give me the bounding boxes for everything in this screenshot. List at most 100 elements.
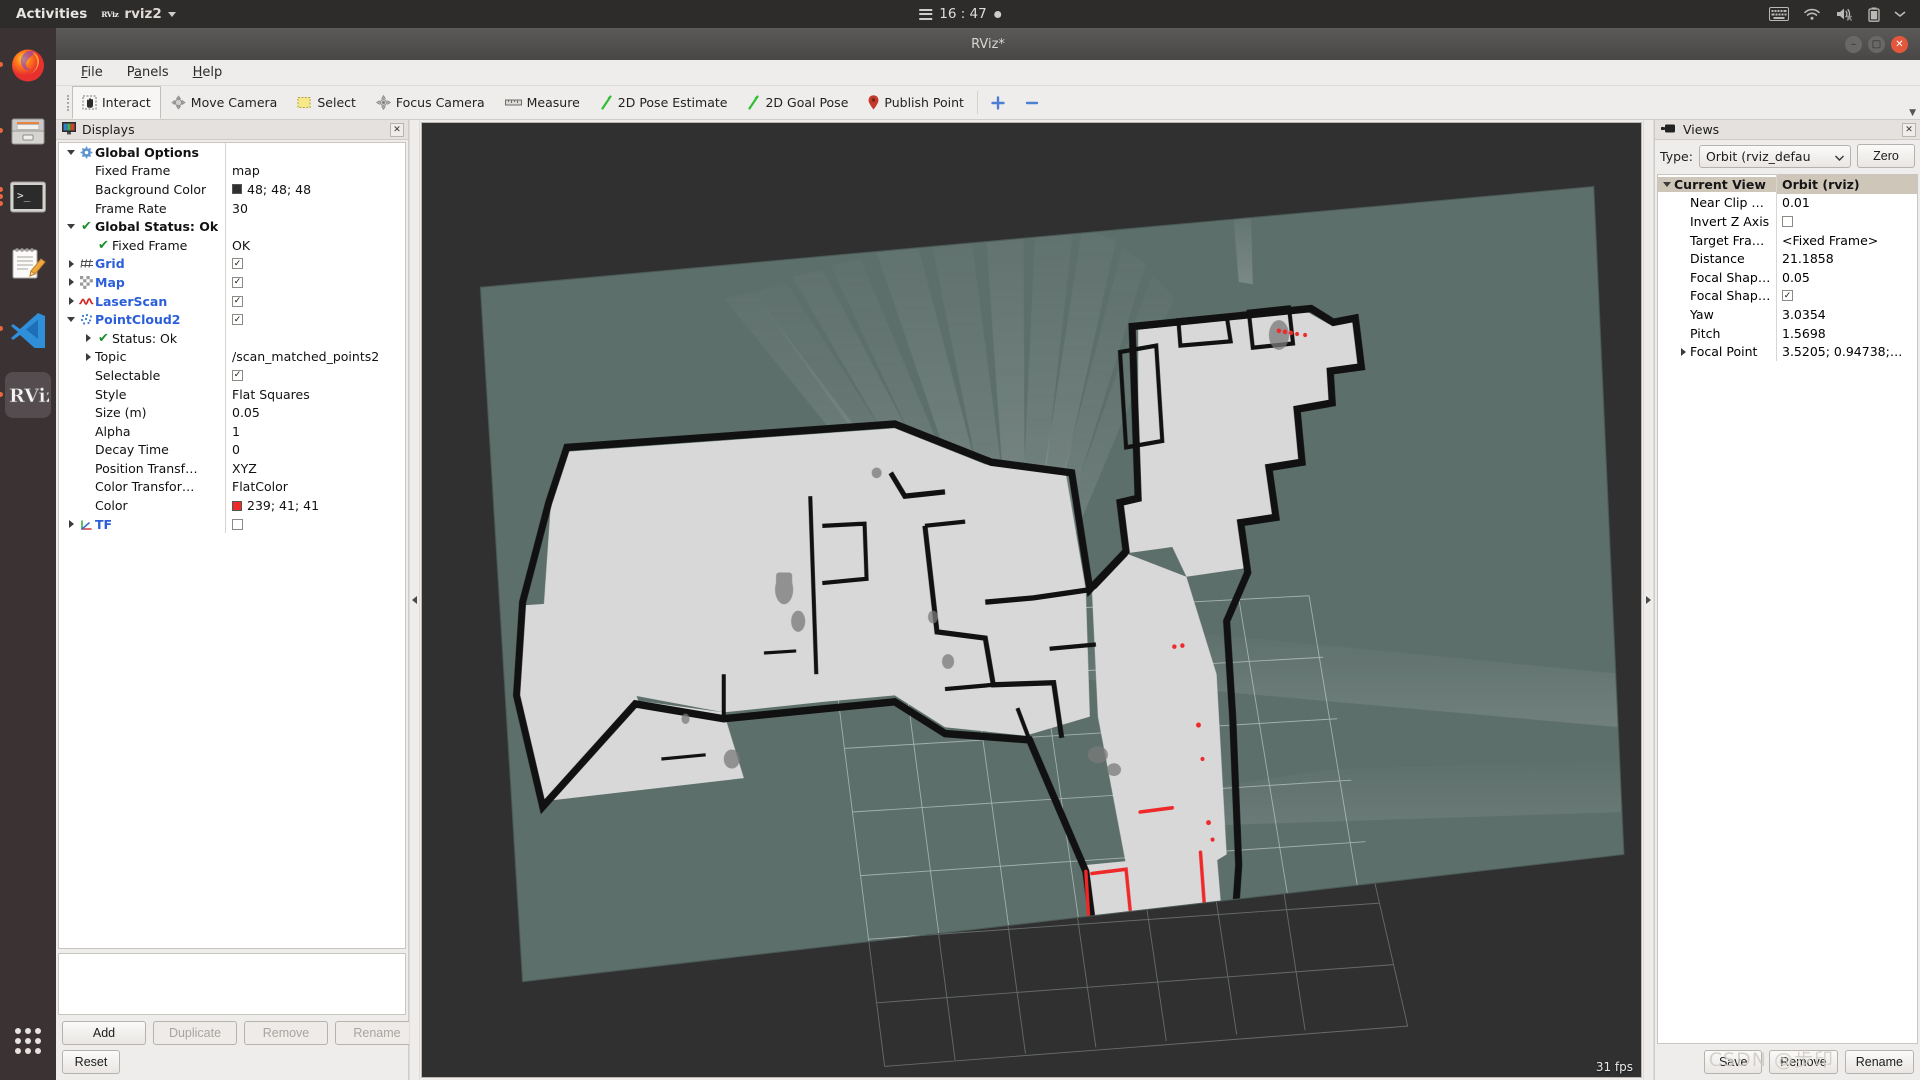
views-close-icon[interactable]: ✕	[1902, 122, 1916, 137]
expander-collapsed-icon[interactable]	[1676, 348, 1690, 356]
property-value[interactable]: map	[225, 161, 405, 181]
view-property-row[interactable]: Focal Point 3.5205; 0.94738;…	[1658, 342, 1917, 361]
tool-publish-point-button[interactable]: Publish Point	[858, 86, 974, 119]
property-value[interactable]: ✓	[225, 366, 405, 385]
property-value[interactable]: 30	[225, 198, 405, 218]
display-property-row[interactable]: Frame Rate 30	[59, 198, 405, 218]
expander-expanded-icon[interactable]	[1660, 182, 1674, 187]
dock-item-text-editor[interactable]	[5, 240, 51, 286]
view-property-row[interactable]: Pitch 1.5698	[1658, 323, 1917, 343]
display-property-row[interactable]: Selectable ✓	[59, 366, 405, 385]
display-property-row[interactable]: Color 239; 41; 41	[59, 496, 405, 515]
property-value[interactable]: 0	[225, 440, 405, 460]
checkbox[interactable]: ✓	[232, 369, 243, 381]
left-splitter-handle[interactable]	[409, 120, 420, 1080]
display-property-row[interactable]: Grid ✓	[59, 254, 405, 274]
view-property-row[interactable]: Distance 21.1858	[1658, 249, 1917, 268]
checkbox[interactable]	[1782, 215, 1793, 227]
expander-expanded-icon[interactable]	[64, 224, 78, 229]
checkbox[interactable]: ✓	[232, 258, 243, 270]
display-property-row[interactable]: Style Flat Squares	[59, 384, 405, 404]
view-property-row[interactable]: Invert Z Axis	[1658, 212, 1917, 231]
checkbox[interactable]	[232, 518, 243, 530]
expander-collapsed-icon[interactable]	[64, 260, 78, 268]
expander-collapsed-icon[interactable]	[81, 334, 95, 342]
checkbox[interactable]: ✓	[232, 276, 243, 288]
displays-tree[interactable]: Global Options Fixed Frame map Background C…	[58, 142, 406, 949]
remove-view-button[interactable]: Remove	[1769, 1050, 1838, 1074]
displays-close-icon[interactable]: ✕	[390, 122, 404, 137]
current-view-header-row[interactable]: Current View Orbit (rviz)	[1658, 175, 1917, 194]
property-value[interactable]: 1	[225, 421, 405, 441]
display-property-row[interactable]: Fixed Frame map	[59, 161, 405, 181]
property-value[interactable]: 1.5698	[1776, 323, 1917, 343]
toolbar-overflow-icon[interactable]: ▼	[1909, 108, 1916, 118]
display-property-row[interactable]: Position Transf… XYZ	[59, 459, 405, 478]
checkbox[interactable]: ✓	[232, 295, 243, 307]
checkbox[interactable]: ✓	[232, 314, 243, 326]
battery-icon[interactable]	[1868, 7, 1880, 22]
expander-collapsed-icon[interactable]	[64, 520, 78, 528]
expander-collapsed-icon[interactable]	[64, 297, 78, 305]
property-value[interactable]: XYZ	[225, 459, 405, 478]
property-value[interactable]: 21.1858	[1776, 249, 1917, 268]
expander-collapsed-icon[interactable]	[64, 278, 78, 286]
menu-file[interactable]: File	[70, 62, 114, 83]
checkbox[interactable]: ✓	[1782, 290, 1793, 302]
view-property-row[interactable]: Target Fra… <Fixed Frame>	[1658, 230, 1917, 250]
tool-interact-button[interactable]: Interact	[72, 86, 161, 119]
display-property-row[interactable]: Topic/scan_matched_points2	[59, 347, 405, 367]
property-value[interactable]: /scan_matched_points2	[225, 347, 405, 367]
wifi-icon[interactable]	[1803, 7, 1821, 21]
3d-render-view[interactable]: 31 fps	[421, 122, 1642, 1078]
property-value[interactable]: FlatColor	[225, 477, 405, 497]
show-applications-button[interactable]	[5, 1018, 51, 1064]
clock-button[interactable]: 16 : 47	[919, 6, 1001, 22]
display-property-row[interactable]: Color Transfor… FlatColor	[59, 477, 405, 497]
zero-button[interactable]: Zero	[1857, 144, 1915, 168]
display-property-row[interactable]: TF	[59, 514, 405, 534]
property-value[interactable]	[1776, 212, 1917, 231]
property-value[interactable]: ✓	[225, 273, 405, 292]
display-property-row[interactable]: Global Options	[59, 143, 405, 162]
dock-item-files[interactable]	[0, 108, 51, 154]
views-tree[interactable]: Current View Orbit (rviz) Near Clip … 0.01 I…	[1657, 174, 1918, 1044]
expander-expanded-icon[interactable]	[64, 150, 78, 155]
app-menu-button[interactable]: RViz rviz2	[101, 6, 176, 22]
display-property-row[interactable]: Alpha 1	[59, 421, 405, 441]
display-property-row[interactable]: Map ✓	[59, 273, 405, 292]
property-value[interactable]: ✓	[225, 310, 405, 329]
chevron-down-icon[interactable]	[1894, 10, 1906, 18]
activities-button[interactable]: Activities	[16, 6, 87, 22]
menu-help[interactable]: Help	[182, 62, 234, 83]
dock-item-rviz[interactable]: RViz	[0, 372, 51, 418]
property-value[interactable]: 0.05	[1776, 267, 1917, 287]
maximize-button[interactable]: □	[1868, 35, 1885, 53]
property-value[interactable]: Flat Squares	[225, 384, 405, 404]
display-property-row[interactable]: LaserScan ✓	[59, 291, 405, 311]
display-property-row[interactable]: ✔ Global Status: Ok	[59, 217, 405, 236]
view-property-row[interactable]: Near Clip … 0.01	[1658, 193, 1917, 213]
tool-move-camera-button[interactable]: Move Camera	[161, 86, 288, 119]
dock-item-firefox[interactable]	[0, 42, 51, 88]
tool-plus-button[interactable]	[981, 86, 1015, 119]
dock-item-vscode[interactable]	[0, 306, 51, 352]
view-property-row[interactable]: Focal Shap… 0.05	[1658, 267, 1917, 287]
volume-muted-icon[interactable]	[1835, 7, 1854, 21]
display-property-row[interactable]: ✔ Fixed Frame OK	[59, 235, 405, 255]
menu-panels[interactable]: Panels	[116, 62, 180, 83]
right-splitter-handle[interactable]	[1643, 120, 1654, 1080]
display-property-row[interactable]: Decay Time 0	[59, 440, 405, 460]
property-value[interactable]: ✓	[225, 254, 405, 274]
display-property-row[interactable]: ✔ Status: Ok	[59, 328, 405, 348]
rename-view-button[interactable]: Rename	[1844, 1050, 1914, 1074]
view-property-row[interactable]: Yaw 3.0354	[1658, 305, 1917, 324]
reset-button[interactable]: Reset	[62, 1050, 120, 1074]
tool-select-button[interactable]: Select	[287, 86, 366, 119]
minimize-button[interactable]: –	[1845, 35, 1862, 53]
property-value[interactable]: OK	[225, 235, 405, 255]
save-view-button[interactable]: Save	[1704, 1050, 1763, 1074]
property-value[interactable]: ✓	[225, 291, 405, 311]
property-value[interactable]: 0.01	[1776, 193, 1917, 213]
property-value[interactable]: 3.5205; 0.94738;…	[1776, 342, 1917, 361]
